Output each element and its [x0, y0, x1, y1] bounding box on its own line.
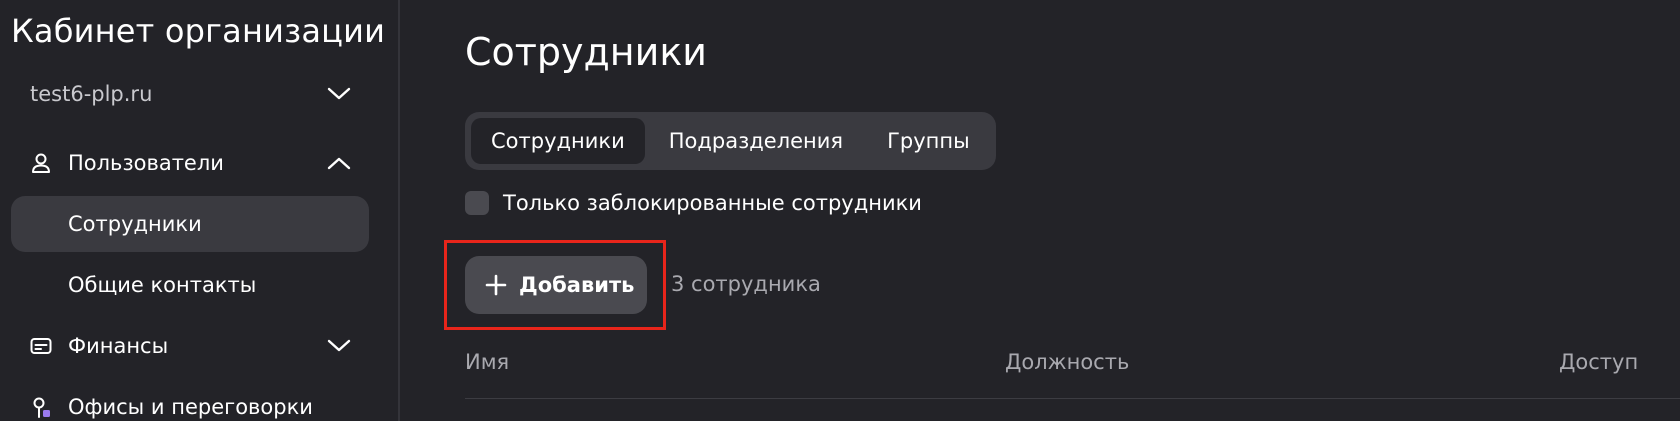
add-employee-button[interactable]: Добавить [465, 256, 647, 314]
card-icon [30, 338, 52, 354]
org-selector[interactable]: test6-plp.ru [30, 76, 352, 112]
sidebar-section-users[interactable]: Пользователи [30, 143, 352, 183]
tab-employees[interactable]: Сотрудники [471, 118, 645, 164]
sidebar-section-label: Финансы [68, 334, 169, 358]
sidebar-item-label: Сотрудники [68, 212, 202, 236]
org-name: test6-plp.ru [30, 82, 153, 106]
chevron-down-icon [327, 339, 351, 352]
column-access[interactable]: Доступ [1559, 350, 1638, 374]
table-divider [465, 398, 1680, 399]
tabs: Сотрудники Подразделения Группы [465, 112, 996, 170]
page-title: Сотрудники [465, 30, 707, 74]
tab-departments[interactable]: Подразделения [649, 118, 863, 164]
blocked-only-label: Только заблокированные сотрудники [503, 191, 922, 215]
blocked-filter[interactable]: Только заблокированные сотрудники [465, 191, 922, 215]
app-root: Кабинет организации test6-plp.ru Пользов… [0, 0, 1680, 421]
tab-groups[interactable]: Группы [867, 118, 990, 164]
sidebar: Кабинет организации test6-plp.ru Пользов… [0, 0, 400, 421]
plus-icon [485, 274, 507, 296]
chevron-up-icon [327, 157, 351, 170]
pin-icon [33, 397, 50, 418]
main-content: Сотрудники Сотрудники Подразделения Груп… [402, 0, 1680, 421]
table-header: Имя Должность Доступ [465, 350, 1680, 400]
column-position[interactable]: Должность [1005, 350, 1129, 374]
sidebar-section-label: Пользователи [68, 151, 224, 175]
sidebar-item-shared-contacts[interactable]: Общие контакты [11, 257, 369, 313]
column-name[interactable]: Имя [465, 350, 509, 374]
employee-count: 3 сотрудника [671, 272, 821, 296]
sidebar-item-employees[interactable]: Сотрудники [11, 196, 369, 252]
sidebar-item-label: Общие контакты [68, 273, 257, 297]
sidebar-section-offices[interactable]: Офисы и переговорки [30, 387, 352, 421]
blocked-only-checkbox[interactable] [465, 191, 489, 215]
sidebar-section-finance[interactable]: Финансы [30, 326, 352, 366]
chevron-down-icon [327, 87, 351, 100]
sidebar-section-label: Офисы и переговорки [68, 395, 313, 419]
add-button-label: Добавить [519, 273, 635, 297]
user-icon [32, 153, 50, 173]
sidebar-title: Кабинет организации [11, 12, 386, 50]
